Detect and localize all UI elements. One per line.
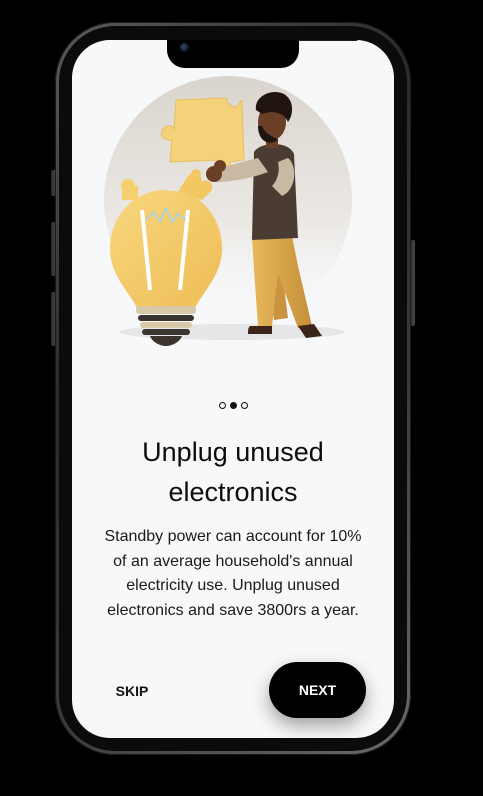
device-stage: Unplug unused electronics Standby power … [0, 0, 483, 796]
app-screen: Unplug unused electronics Standby power … [72, 40, 394, 738]
next-button[interactable]: NEXT [269, 662, 366, 718]
title-line-1: Unplug unused [142, 437, 324, 467]
description-line-3: electricity use. Unplug unused [126, 577, 340, 594]
page-dot-2-active[interactable] [229, 402, 237, 409]
page-indicator [72, 402, 394, 409]
description-line-1: Standby power can account for 10% [104, 528, 362, 545]
onboarding-description: Standby power can account for 10% of an … [90, 525, 376, 623]
title-line-2: electronics [168, 477, 298, 507]
page-dot-3[interactable] [240, 402, 248, 409]
description-line-2: of an average household's annual [113, 552, 353, 570]
earpiece-speaker [298, 40, 358, 41]
skip-button[interactable]: SKIP [102, 676, 162, 706]
page-dot-1[interactable] [218, 402, 226, 409]
front-camera [180, 43, 189, 52]
onboarding-title: Unplug unused electronics [72, 432, 394, 512]
onboarding-illustration [104, 76, 352, 346]
description-line-4: electronics and save 3800rs a year. [107, 601, 359, 619]
